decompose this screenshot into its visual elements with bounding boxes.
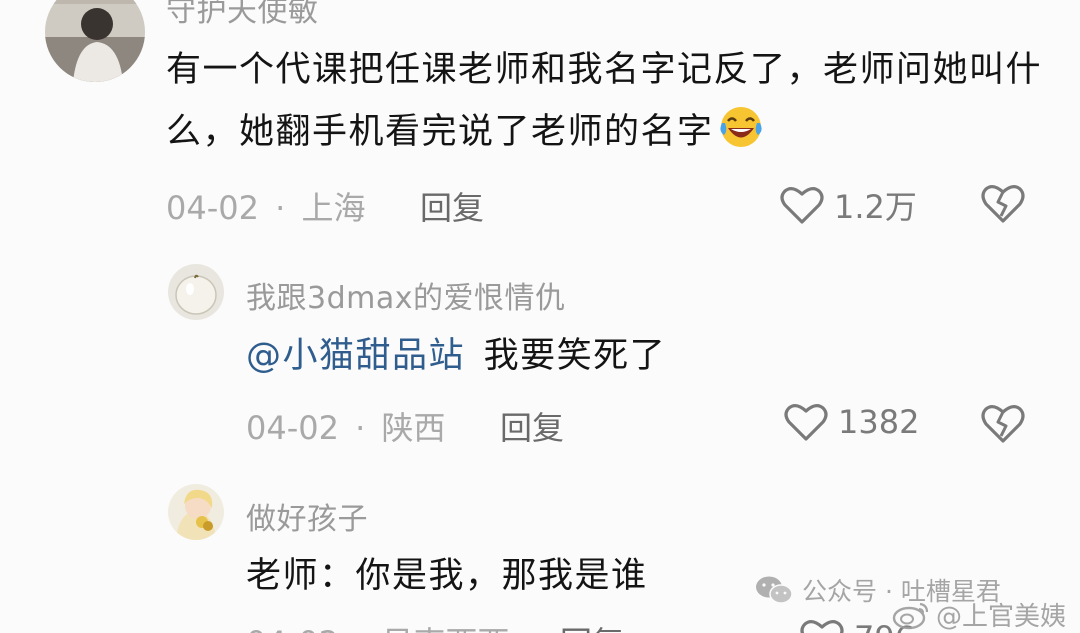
comment-body: 我要笑死了	[483, 336, 667, 376]
meta-separator: ·	[275, 189, 286, 227]
comment-text: 老师：你是我，那我是谁	[246, 546, 746, 607]
comment-username[interactable]: 我跟3dmax的爱恨情仇	[246, 273, 566, 317]
comment-body: 老师：你是我，那我是谁	[246, 556, 648, 596]
comment-body: 有一个代课把任课老师和我名字记反了，老师问她叫什么，她翻手机看完说了老师的名字	[166, 50, 1043, 152]
weibo-account-name: @上官美姨	[936, 602, 1067, 632]
comment-text: 有一个代课把任课老师和我名字记反了，老师问她叫什么，她翻手机看完说了老师的名字	[166, 40, 1046, 163]
laughing-tears-emoji-icon	[719, 107, 762, 147]
avatar-photo-icon	[45, 0, 145, 82]
mention-link[interactable]: @小猫甜品站	[246, 336, 465, 376]
like-count: 1382	[838, 403, 920, 441]
comment-location: 上海	[301, 189, 366, 227]
comment-meta: 04-02 · 上海	[166, 183, 366, 229]
weibo-icon	[892, 602, 929, 629]
meta-separator: ·	[355, 624, 365, 633]
comment-location: 贝克西西	[382, 624, 510, 633]
like-count: 1.2万	[834, 188, 917, 226]
broken-heart-icon[interactable]	[980, 402, 1026, 444]
comment-meta: 04-02 · 陕西	[246, 403, 446, 449]
comment-list: 守护天使敏 有一个代课把任课老师和我名字记反了，老师问她叫什么，她翻手机看完说了…	[0, 0, 1080, 633]
avatar[interactable]	[168, 484, 224, 540]
heart-outline-icon	[800, 620, 844, 633]
avatar-photo-icon	[168, 484, 224, 540]
like-button[interactable]: 1.2万	[780, 182, 917, 228]
reply-button[interactable]: 回复	[500, 403, 564, 449]
comment-date: 04-02	[246, 409, 339, 447]
meta-separator: ·	[355, 409, 366, 447]
heart-outline-icon	[780, 187, 824, 224]
comment-date: 04-02	[166, 189, 259, 227]
like-button[interactable]: 1382	[784, 402, 919, 442]
weibo-watermark: @上官美姨	[892, 596, 1066, 633]
heart-outline-icon	[784, 404, 828, 441]
avatar[interactable]	[168, 264, 224, 320]
comment-username[interactable]: 守护天使敏	[166, 0, 319, 30]
comment-text: @小猫甜品站 我要笑死了	[246, 326, 1046, 387]
comment-location: 陕西	[381, 409, 446, 447]
comment-date: 04-02	[246, 624, 339, 633]
reply-button[interactable]: 回复	[420, 183, 484, 229]
comment-username[interactable]: 做好孩子	[246, 494, 368, 538]
avatar[interactable]	[45, 0, 145, 82]
broken-heart-icon[interactable]	[980, 182, 1026, 224]
reply-button[interactable]: 回复	[560, 618, 624, 633]
avatar-photo-icon	[168, 264, 224, 320]
comment-meta: 04-02 · 贝克西西	[246, 618, 510, 633]
wechat-icon	[756, 576, 793, 604]
